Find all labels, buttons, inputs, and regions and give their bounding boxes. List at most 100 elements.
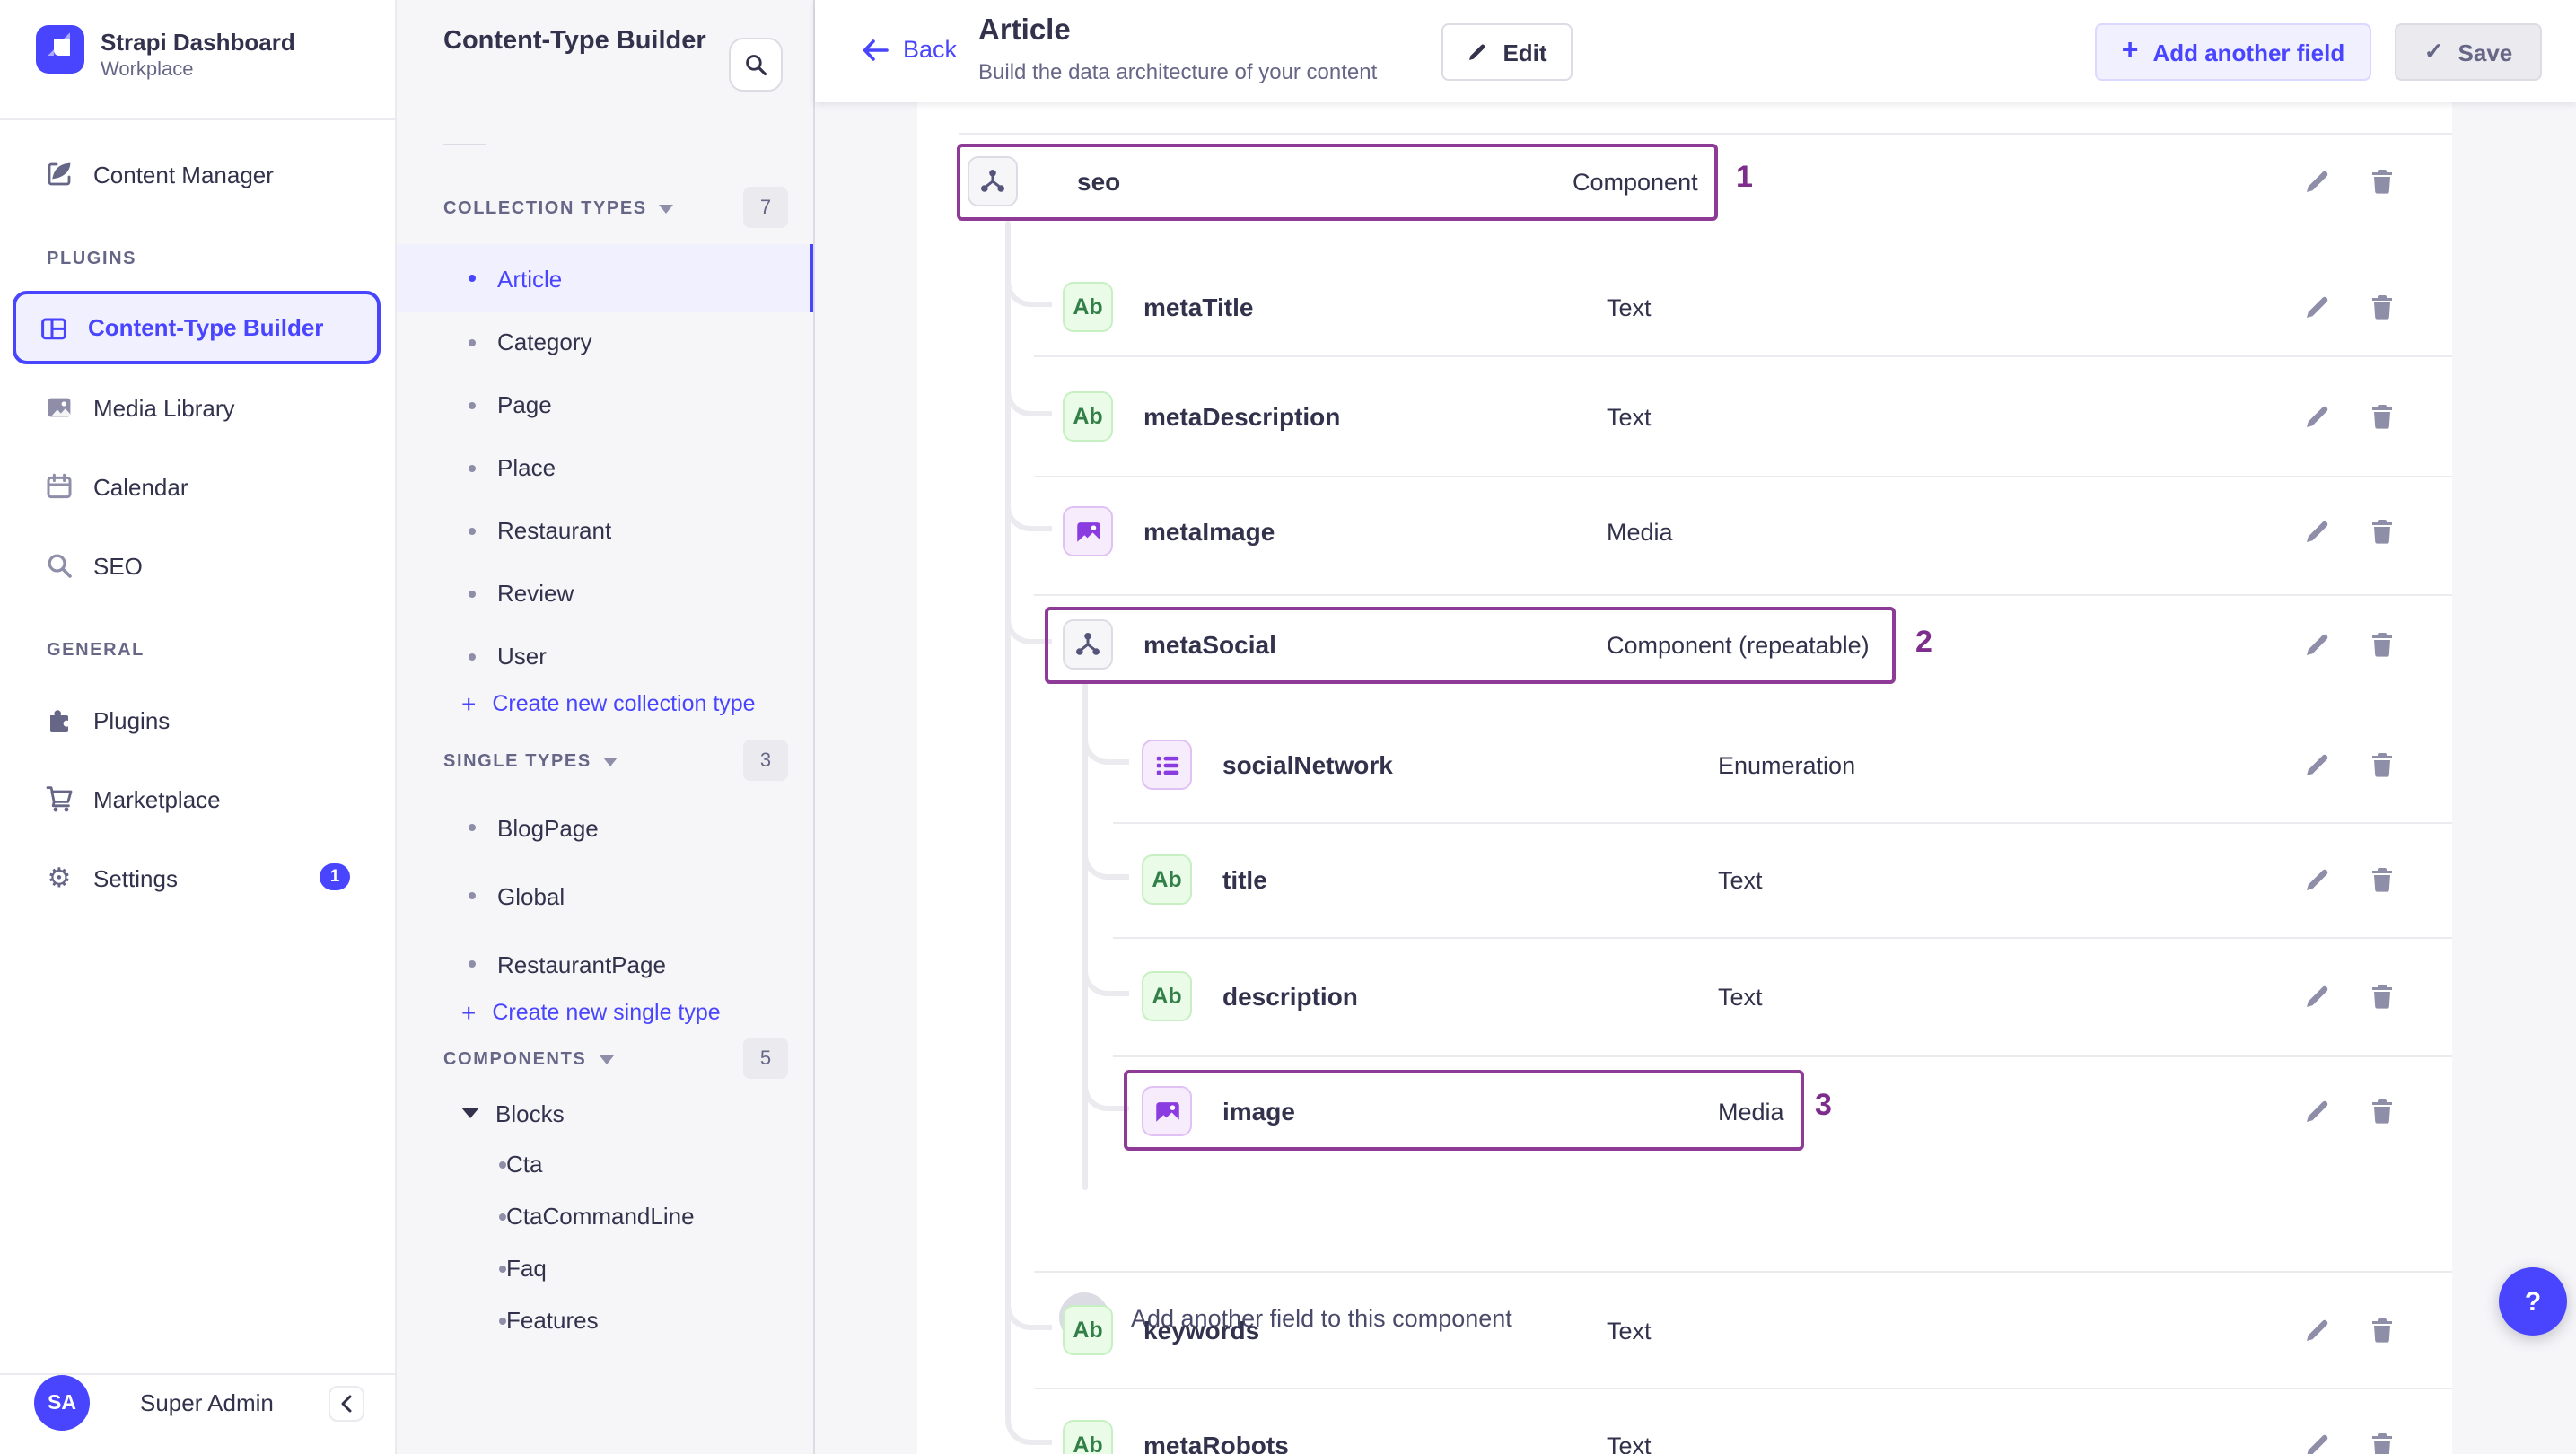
sidebar-item-calendar[interactable]: Calendar — [0, 456, 397, 517]
edit-field-button[interactable] — [2303, 293, 2332, 321]
page-subtitle: Build the data architecture of your cont… — [978, 59, 1378, 84]
delete-field-button[interactable] — [2368, 865, 2396, 894]
row-divider — [1113, 822, 2452, 824]
collapse-sidebar-button[interactable] — [329, 1386, 364, 1422]
sidebar-item-plugins[interactable]: Plugins — [0, 689, 397, 750]
sidebar-item-blogpage[interactable]: BlogPage — [397, 793, 813, 862]
sidebar-item-content-manager[interactable]: Content Manager — [0, 144, 397, 205]
sidebar-item-page[interactable]: Page — [397, 373, 813, 436]
edit-field-button[interactable] — [2303, 865, 2332, 894]
triangle-down-icon — [461, 1108, 479, 1118]
delete-field-button[interactable] — [2368, 1316, 2396, 1345]
component-group-blocks[interactable]: Blocks — [397, 1088, 813, 1138]
save-label: Save — [2458, 39, 2513, 66]
sidebar-item-media-library[interactable]: Media Library — [0, 377, 397, 438]
field-row-title: Ab title Text — [917, 840, 2452, 919]
annotation-number-3: 3 — [1815, 1088, 1832, 1122]
item-label: Cta — [506, 1151, 543, 1178]
sidebar-item-ctacommandline[interactable]: CtaCommandLine — [397, 1190, 813, 1242]
sidebar-item-category[interactable]: Category — [397, 311, 813, 373]
pencil-icon — [1469, 44, 1485, 60]
delete-field-button[interactable] — [2368, 1431, 2396, 1454]
field-type: Text — [1607, 1317, 1652, 1344]
edit-field-button[interactable] — [2303, 1431, 2332, 1454]
row-divider — [959, 133, 2452, 135]
create-collection-type-link[interactable]: + Create new collection type — [397, 682, 813, 725]
link-label: Create new collection type — [492, 691, 756, 716]
edit-field-button[interactable] — [2303, 750, 2332, 779]
strapi-logo — [36, 25, 84, 74]
create-single-type-link[interactable]: + Create new single type — [397, 991, 813, 1034]
sidebar-item-features[interactable]: Features — [397, 1294, 813, 1346]
field-type: Text — [1718, 866, 1763, 893]
sidebar-item-restaurant[interactable]: Restaurant — [397, 499, 813, 562]
row-divider — [1113, 1055, 2452, 1057]
single-types-header[interactable]: SINGLE TYPES — [443, 740, 618, 783]
annotation-box-1 — [957, 144, 1718, 221]
sidebar-item-content-type-builder[interactable]: Content-Type Builder — [13, 291, 381, 364]
row-divider — [1034, 355, 2452, 357]
bullet-icon — [469, 960, 476, 968]
app-sidebar: Strapi Dashboard Workplace Content Manag… — [0, 0, 397, 1454]
field-name: keywords — [1143, 1316, 1260, 1345]
chevron-down-icon — [599, 1055, 614, 1064]
item-label: Features — [506, 1307, 599, 1334]
edit-field-button[interactable] — [2303, 517, 2332, 546]
row-divider — [1034, 594, 2452, 596]
back-link[interactable]: Back — [862, 36, 957, 63]
edit-button[interactable]: Edit — [1441, 23, 1573, 81]
add-another-field-button[interactable]: + Add another field — [2095, 23, 2371, 81]
sidebar-item-place[interactable]: Place — [397, 436, 813, 499]
help-button[interactable]: ? — [2499, 1267, 2567, 1336]
sidebar-item-user[interactable]: User — [397, 625, 813, 688]
bullet-icon — [469, 892, 476, 899]
field-name: socialNetwork — [1222, 750, 1393, 779]
delete-field-button[interactable] — [2368, 750, 2396, 779]
sidebar-item-label: Calendar — [93, 473, 188, 500]
edit-field-button[interactable] — [2303, 167, 2332, 196]
sidebar-item-global[interactable]: Global — [397, 862, 813, 930]
general-section-label: GENERAL — [47, 641, 145, 661]
item-label: Restaurant — [497, 517, 612, 544]
delete-field-button[interactable] — [2368, 517, 2396, 546]
delete-field-button[interactable] — [2368, 293, 2396, 321]
delete-field-button[interactable] — [2368, 167, 2396, 196]
sidebar-item-article[interactable]: Article — [397, 244, 813, 312]
sidebar-item-cta[interactable]: Cta — [397, 1138, 813, 1190]
sidebar-item-faq[interactable]: Faq — [397, 1242, 813, 1294]
sidebar-item-seo[interactable]: SEO — [0, 535, 397, 596]
edit-field-button[interactable] — [2303, 1316, 2332, 1345]
delete-field-button[interactable] — [2368, 982, 2396, 1011]
edit-field-button[interactable] — [2303, 630, 2332, 659]
bullet-icon — [469, 338, 476, 346]
sidebar-item-label: SEO — [93, 552, 143, 579]
save-button[interactable]: ✓ Save — [2395, 23, 2542, 81]
delete-field-button[interactable] — [2368, 402, 2396, 431]
content-type-builder-sidebar: Content-Type Builder COLLECTION TYPES 7 … — [397, 0, 815, 1454]
delete-field-button[interactable] — [2368, 1097, 2396, 1126]
edit-field-button[interactable] — [2303, 1097, 2332, 1126]
item-label: Place — [497, 454, 556, 481]
sidebar-item-label: Content Manager — [93, 161, 274, 188]
sidebar-item-restaurantpage[interactable]: RestaurantPage — [397, 930, 813, 998]
arrow-left-icon — [863, 39, 889, 60]
text-field-icon: Ab — [1063, 391, 1113, 442]
picture-icon — [45, 393, 74, 422]
edit-label: Edit — [1503, 39, 1547, 66]
delete-field-button[interactable] — [2368, 630, 2396, 659]
bullet-icon — [499, 1317, 506, 1324]
sidebar-item-label: Media Library — [93, 394, 235, 421]
group-label: Blocks — [495, 1099, 565, 1126]
text-field-icon: Ab — [1142, 854, 1192, 905]
field-row-description: Ab description Text — [917, 957, 2452, 1036]
item-label: Faq — [506, 1255, 547, 1282]
collection-types-header[interactable]: COLLECTION TYPES — [443, 187, 674, 230]
bullet-icon — [469, 275, 476, 282]
edit-field-button[interactable] — [2303, 982, 2332, 1011]
components-header[interactable]: COMPONENTS — [443, 1038, 614, 1081]
edit-field-button[interactable] — [2303, 402, 2332, 431]
sidebar-item-marketplace[interactable]: Marketplace — [0, 768, 397, 829]
field-name: metaImage — [1143, 517, 1275, 546]
sidebar-item-review[interactable]: Review — [397, 562, 813, 625]
search-button[interactable] — [729, 38, 783, 92]
